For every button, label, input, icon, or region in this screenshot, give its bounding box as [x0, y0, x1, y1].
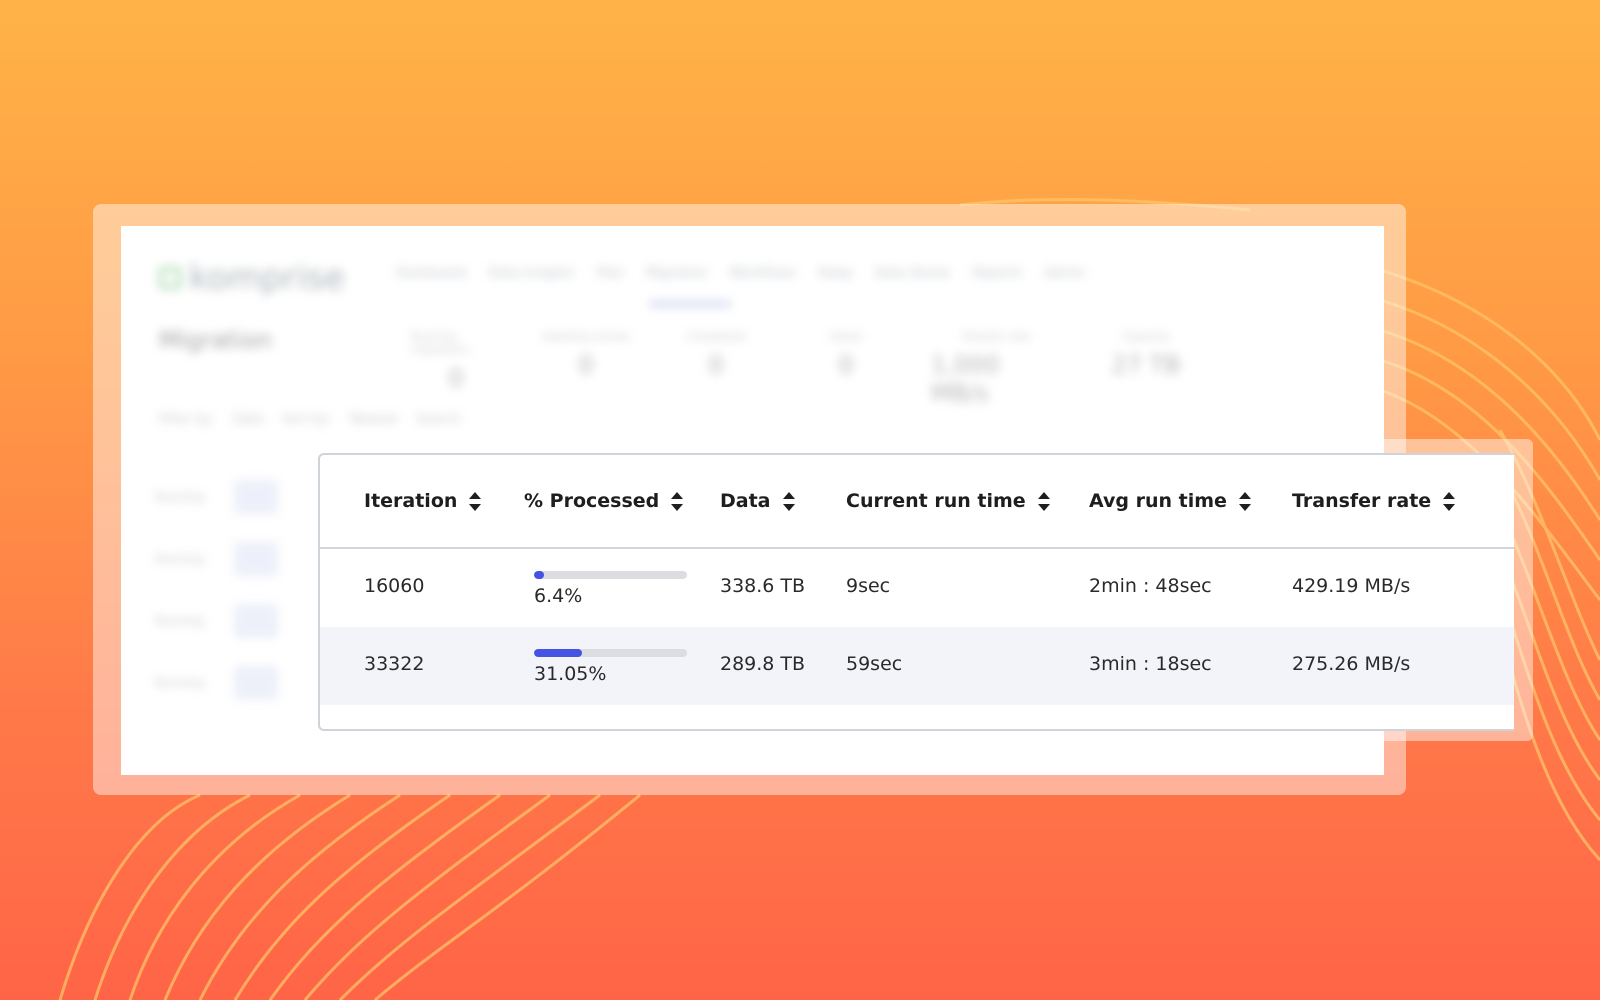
processed-progress: 31.05%: [534, 649, 690, 685]
cell-iteration: 33322: [364, 653, 425, 675]
row-badge: [234, 604, 279, 638]
stat: Failed 0: [801, 330, 891, 407]
row-status: Running: [155, 614, 205, 628]
stat-label: Running migrations: [411, 330, 470, 356]
page-title: Migration: [159, 326, 273, 354]
background-rows: Running Running Running Running: [155, 466, 295, 714]
cell-iteration: 16060: [364, 575, 425, 597]
column-header-processed[interactable]: % Processed: [524, 485, 684, 517]
sort-select[interactable]: Newest: [350, 412, 398, 427]
column-header-data[interactable]: Data: [720, 485, 795, 517]
stat-label: Capacity: [1121, 330, 1171, 343]
logo-mark-icon: [159, 267, 181, 289]
stat: Completed 0: [671, 330, 761, 407]
stat-label: Awaiting review: [542, 330, 630, 343]
filter-select[interactable]: Data: [233, 412, 264, 427]
progress-label: 6.4%: [534, 585, 583, 607]
sort-icon[interactable]: [782, 491, 795, 511]
row-status: Running: [155, 490, 205, 504]
list-item: Running: [155, 528, 295, 590]
nav-item[interactable]: Plan: [597, 266, 625, 281]
table-row[interactable]: 16060 6.4% 338.6 TB 9sec 2min : 48sec 42…: [320, 549, 1514, 627]
cell-transfer-rate: 429.19 MB/s: [1292, 575, 1411, 597]
sort-icon[interactable]: [1238, 491, 1251, 511]
column-header-label: Iteration: [364, 490, 458, 512]
active-tab-indicator: [649, 302, 731, 306]
nav-item[interactable]: Admin: [1044, 266, 1085, 281]
table-row[interactable]: 33322 31.05% 289.8 TB 59sec 3min : 18sec…: [320, 627, 1514, 705]
cell-avg-run-time: 2min : 48sec: [1089, 575, 1212, 597]
cell-current-run-time: 9sec: [846, 575, 891, 597]
row-badge: [234, 480, 279, 514]
iterations-table: Iteration % Processed Data Current run t…: [318, 453, 1514, 731]
progress-fill: [534, 571, 544, 579]
nav-item[interactable]: Migration: [646, 266, 707, 281]
stat-value: 27 TB: [1111, 351, 1181, 379]
sort-icon[interactable]: [1443, 491, 1456, 511]
list-item: Running: [155, 590, 295, 652]
row-status: Running: [155, 552, 205, 566]
progress-track: [534, 649, 687, 657]
stat-value: 0: [708, 351, 724, 379]
list-item: Running: [155, 466, 295, 528]
stat: Transfer rate 1,000 MB/s: [931, 330, 1061, 407]
column-header-label: Current run time: [846, 490, 1026, 512]
processed-progress: 6.4%: [534, 571, 690, 607]
progress-track: [534, 571, 687, 579]
stat-value: 1,000 MB/s: [931, 351, 1000, 407]
stat-label: Transfer rate: [960, 330, 1032, 343]
stat-value: 0: [448, 364, 464, 392]
column-header-transfer-rate[interactable]: Transfer rate: [1292, 485, 1456, 517]
column-header-label: Data: [720, 490, 771, 512]
column-header-label: Transfer rate: [1292, 490, 1432, 512]
stat-label: Completed: [686, 330, 746, 343]
stat-value: 0: [578, 351, 594, 379]
nav-item[interactable]: Workflows: [730, 266, 796, 281]
sort-icon[interactable]: [1037, 491, 1050, 511]
nav-item[interactable]: Data Insights: [489, 266, 575, 281]
nav-item[interactable]: Dashboard: [396, 266, 467, 281]
stat: Capacity 27 TB: [1101, 330, 1191, 407]
row-badge: [234, 666, 279, 700]
nav-item[interactable]: Data Stores: [874, 266, 950, 281]
search-input[interactable]: Search: [416, 412, 461, 427]
cell-data: 338.6 TB: [720, 575, 806, 597]
nav-item[interactable]: Reports: [973, 266, 1023, 281]
column-header-iteration[interactable]: Iteration: [364, 485, 482, 517]
column-header-avg-run-time[interactable]: Avg run time: [1089, 485, 1251, 517]
cell-current-run-time: 59sec: [846, 653, 903, 675]
stats-bar: Running migrations 0 Awaiting review 0 Com…: [411, 330, 1191, 407]
nav-item[interactable]: Deep: [818, 266, 852, 281]
top-nav: Dashboard Data Insights Plan Migration W…: [396, 266, 1086, 281]
progress-fill: [534, 649, 582, 657]
list-item: Running: [155, 652, 295, 714]
sort-icon[interactable]: [469, 491, 482, 511]
row-status: Running: [155, 676, 205, 690]
sort-label: Sort by:: [281, 412, 332, 427]
stat: Awaiting review 0: [541, 330, 631, 407]
filter-bar: Filter by: Data Sort by: Newest Search: [159, 412, 461, 427]
row-badge: [234, 542, 279, 576]
column-header-label: % Processed: [524, 490, 660, 512]
filter-label: Filter by:: [159, 412, 215, 427]
app-logo: komprise: [159, 258, 345, 298]
stat-label: Failed: [830, 330, 862, 343]
column-header-label: Avg run time: [1089, 490, 1227, 512]
cell-transfer-rate: 275.26 MB/s: [1292, 653, 1411, 675]
logo-text: komprise: [189, 258, 346, 298]
cell-avg-run-time: 3min : 18sec: [1089, 653, 1212, 675]
column-header-current-run-time[interactable]: Current run time: [846, 485, 1050, 517]
cell-data: 289.8 TB: [720, 653, 806, 675]
table-header: Iteration % Processed Data Current run t…: [320, 455, 1514, 549]
stat: Running migrations 0: [411, 330, 501, 407]
stat-value: 0: [838, 351, 854, 379]
sort-icon[interactable]: [671, 491, 684, 511]
progress-label: 31.05%: [534, 663, 607, 685]
